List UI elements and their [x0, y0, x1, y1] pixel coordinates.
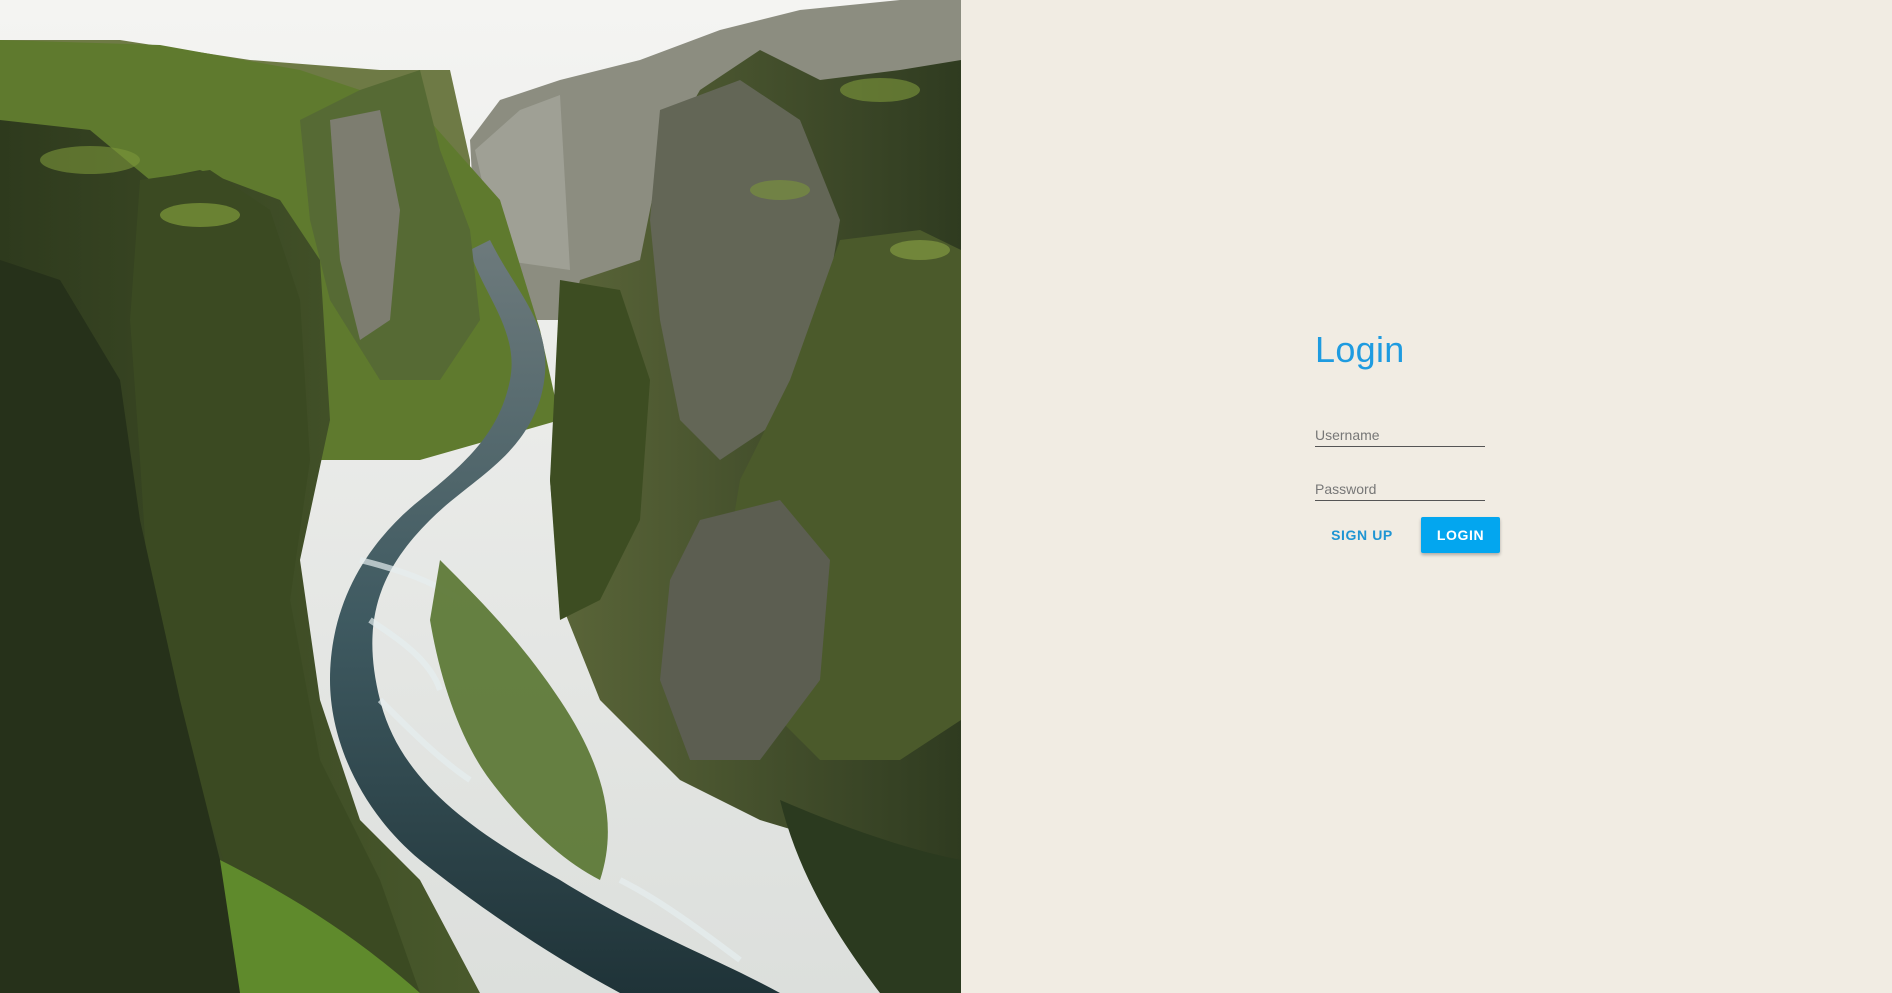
username-field-container	[1315, 414, 1485, 447]
login-button[interactable]: LOGIN	[1421, 516, 1500, 553]
login-form: Login SIGN UP LOGIN	[1315, 327, 1555, 553]
sign-up-button[interactable]: SIGN UP	[1315, 517, 1409, 553]
password-input[interactable]	[1315, 481, 1485, 497]
login-title: Login	[1315, 329, 1405, 370]
login-page: Login SIGN UP LOGIN	[0, 0, 1892, 993]
hero-image-panel	[0, 0, 961, 993]
login-panel: Login SIGN UP LOGIN	[961, 0, 1892, 993]
password-field-container	[1315, 468, 1485, 501]
username-input[interactable]	[1315, 427, 1485, 443]
canyon-river-photo	[0, 0, 961, 993]
form-actions: SIGN UP LOGIN	[1315, 516, 1555, 553]
